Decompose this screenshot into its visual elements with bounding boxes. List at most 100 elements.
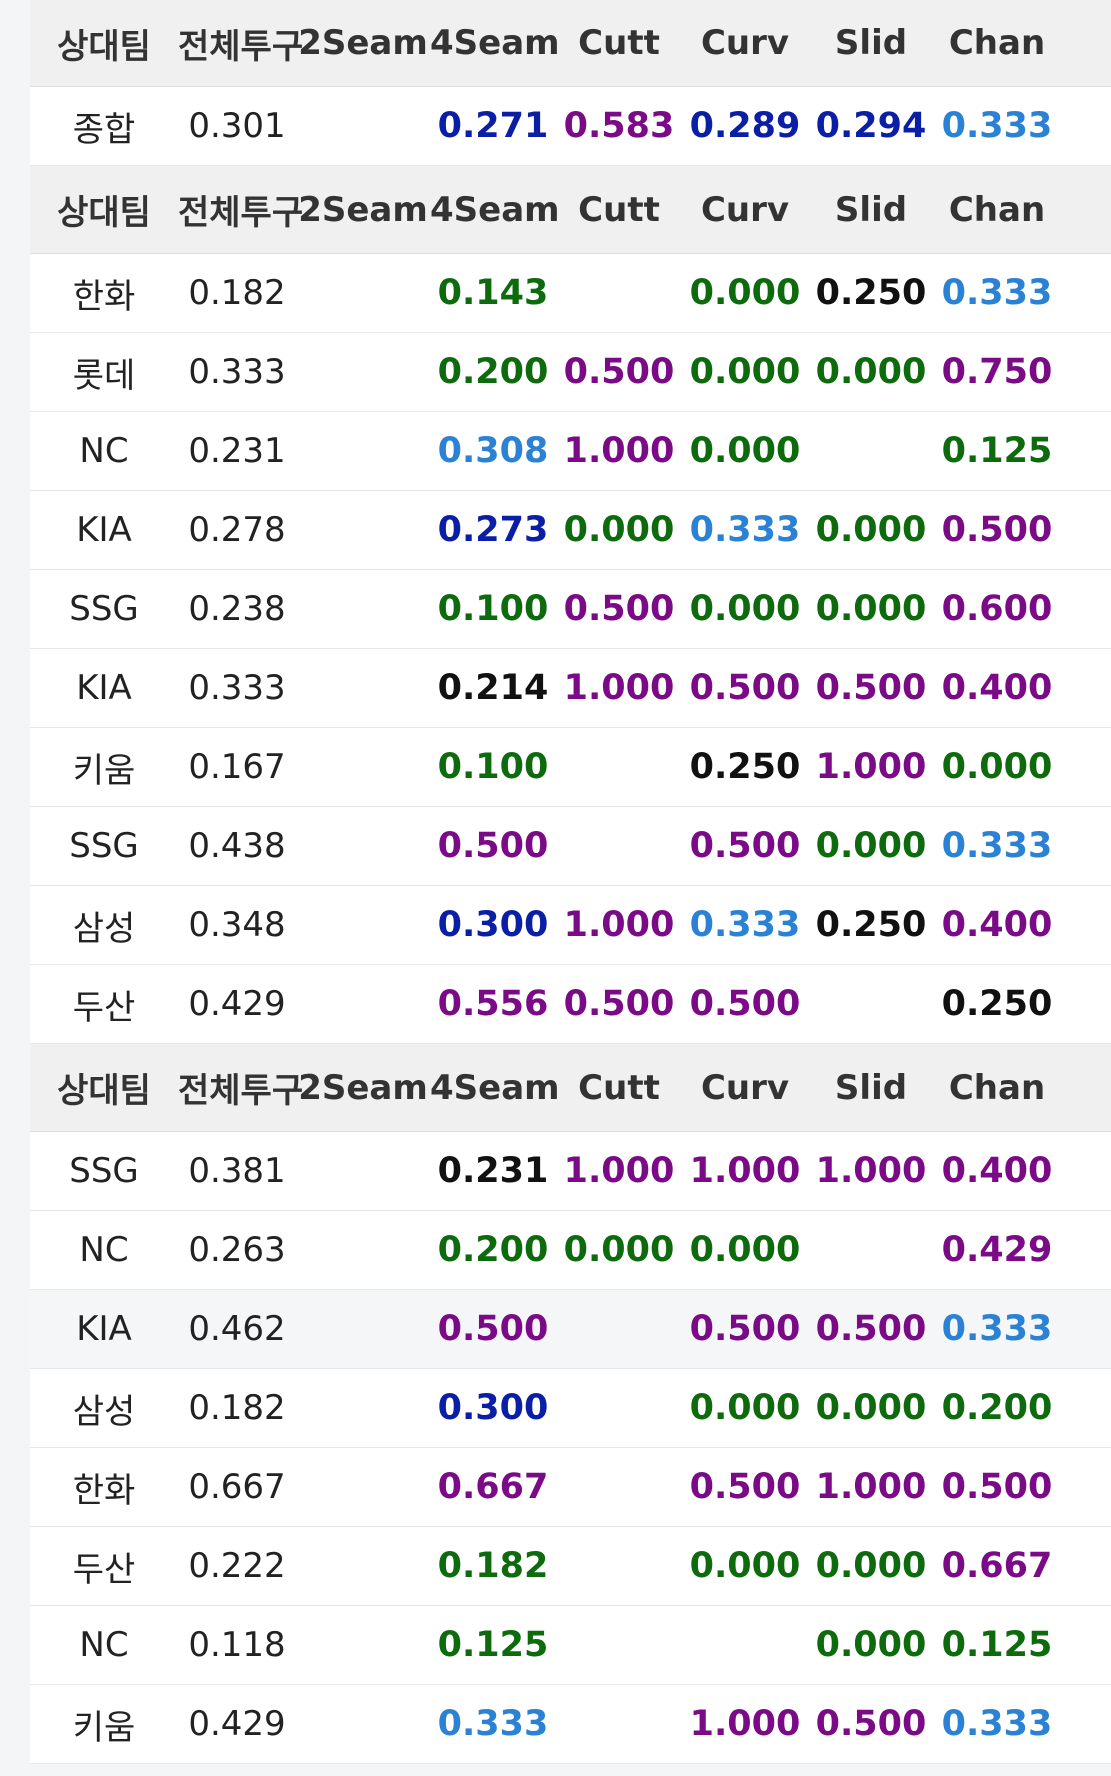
pitch-value-cell: 0.667 <box>941 1546 1053 1586</box>
column-header[interactable]: Slid <box>808 190 934 230</box>
table-row[interactable]: 한화 0.182 0.143 0.000 0.250 0.333 <box>30 254 1111 333</box>
column-header[interactable]: Chan <box>934 190 1060 230</box>
column-header[interactable]: 2Seam <box>296 190 430 230</box>
total-pitch-cell: 0.429 <box>188 1704 286 1744</box>
pitch-value-cell: 0.000 <box>689 352 801 392</box>
opponent-team-cell: NC <box>79 1625 129 1665</box>
opponent-team-cell: 삼성 <box>72 1391 136 1432</box>
table-row[interactable]: NC 0.118 0.125 0.000 0.125 <box>30 1606 1111 1685</box>
pitch-value-cell: 0.000 <box>815 1546 927 1586</box>
pitch-value-cell: 0.500 <box>815 1704 927 1744</box>
column-header[interactable]: 4Seam <box>430 23 560 63</box>
column-header[interactable]: 상대팀 <box>30 185 178 234</box>
pitch-value-cell: 0.400 <box>941 905 1053 945</box>
column-header[interactable]: Chan <box>934 23 1060 63</box>
column-header[interactable]: Chan <box>934 1068 1060 1108</box>
column-header[interactable]: Curv <box>682 190 808 230</box>
total-pitch-cell: 0.182 <box>188 1388 286 1428</box>
opponent-team-cell: 키움 <box>72 1707 136 1748</box>
table-row[interactable]: KIA 0.333 0.214 1.000 0.500 0.500 0.400 <box>30 649 1111 728</box>
column-header[interactable]: 상대팀 <box>30 19 178 68</box>
pitch-value-cell: 0.750 <box>941 352 1053 392</box>
pitch-value-cell: 0.500 <box>689 668 801 708</box>
opponent-team-cell: SSG <box>69 1151 139 1191</box>
pitch-value-cell: 0.125 <box>437 1625 549 1665</box>
table-row[interactable]: SSG 0.381 0.231 1.000 1.000 1.000 0.400 <box>30 1132 1111 1211</box>
pitch-value-cell: 0.500 <box>689 826 801 866</box>
table-row[interactable]: 두산 0.222 0.182 0.000 0.000 0.667 <box>30 1527 1111 1606</box>
pitch-value-cell: 0.231 <box>437 1151 549 1191</box>
table-row[interactable]: NC 0.263 0.200 0.000 0.000 0.429 <box>30 1211 1111 1290</box>
column-header[interactable]: 4Seam <box>430 1068 560 1108</box>
column-header[interactable]: 상대팀 <box>30 1063 178 1112</box>
table-row[interactable]: 롯데 0.333 0.200 0.500 0.000 0.000 0.750 <box>30 333 1111 412</box>
table-row[interactable]: 키움 0.167 0.100 0.250 1.000 0.000 <box>30 728 1111 807</box>
table-row[interactable]: SSG 0.438 0.500 0.500 0.000 0.333 <box>30 807 1111 886</box>
pitch-value-cell: 0.000 <box>815 1388 927 1428</box>
pitch-value-cell: 0.500 <box>437 1309 549 1349</box>
table-row[interactable]: 키움 0.429 0.333 1.000 0.500 0.333 <box>30 1685 1111 1764</box>
opponent-team-cell: NC <box>79 1230 129 1270</box>
column-header[interactable]: Slid <box>808 23 934 63</box>
total-pitch-cell: 0.238 <box>188 589 286 629</box>
opponent-team-cell: 종합 <box>72 109 136 150</box>
pitch-value-cell: 0.400 <box>941 1151 1053 1191</box>
table-row[interactable]: SSG 0.238 0.100 0.500 0.000 0.000 0.600 <box>30 570 1111 649</box>
pitch-value-cell: 1.000 <box>815 747 927 787</box>
table-row[interactable]: KIA 0.278 0.273 0.000 0.333 0.000 0.500 <box>30 491 1111 570</box>
total-pitch-cell: 0.263 <box>188 1230 286 1270</box>
column-header[interactable]: Cutt <box>556 1068 682 1108</box>
pitch-value-cell: 0.333 <box>689 905 801 945</box>
column-header[interactable]: Slid <box>808 1068 934 1108</box>
table-row[interactable]: 삼성 0.348 0.300 1.000 0.333 0.250 0.400 <box>30 886 1111 965</box>
column-header[interactable]: 4Seam <box>430 190 560 230</box>
pitch-value-cell: 0.289 <box>689 106 801 146</box>
opponent-team-cell: SSG <box>69 826 139 866</box>
opponent-team-cell: 한화 <box>72 276 136 317</box>
table-row[interactable]: 삼성 0.182 0.300 0.000 0.000 0.200 <box>30 1369 1111 1448</box>
table-row[interactable]: 종합 0.301 0.271 0.583 0.289 0.294 0.333 <box>30 87 1111 166</box>
pitch-value-cell: 0.000 <box>815 589 927 629</box>
pitch-value-cell: 0.400 <box>941 668 1053 708</box>
pitch-value-cell: 1.000 <box>689 1704 801 1744</box>
pitch-value-cell: 0.100 <box>437 589 549 629</box>
table-row[interactable]: 한화 0.667 0.667 0.500 1.000 0.500 <box>30 1448 1111 1527</box>
pitch-value-cell: 0.500 <box>941 510 1053 550</box>
column-header[interactable]: Curv <box>682 1068 808 1108</box>
total-pitch-cell: 0.462 <box>188 1309 286 1349</box>
opponent-team-cell: 두산 <box>72 987 136 1028</box>
pitch-value-cell: 0.333 <box>941 1309 1053 1349</box>
column-header[interactable]: 전체투구 <box>178 185 303 234</box>
total-pitch-cell: 0.348 <box>188 905 286 945</box>
pitch-value-cell: 0.143 <box>437 273 549 313</box>
column-header[interactable]: 전체투구 <box>178 19 303 68</box>
table-row[interactable]: KIA 0.462 0.500 0.500 0.500 0.333 <box>30 1290 1111 1369</box>
column-header[interactable]: 2Seam <box>296 23 430 63</box>
pitch-value-cell: 0.200 <box>941 1388 1053 1428</box>
pitch-value-cell: 0.000 <box>815 510 927 550</box>
pitch-value-cell: 0.000 <box>815 352 927 392</box>
column-header[interactable]: Cutt <box>556 190 682 230</box>
pitch-value-cell: 0.500 <box>689 1309 801 1349</box>
column-header[interactable]: Cutt <box>556 23 682 63</box>
total-pitch-cell: 0.167 <box>188 747 286 787</box>
pitch-value-cell: 0.000 <box>815 826 927 866</box>
pitch-value-cell: 0.000 <box>689 589 801 629</box>
total-pitch-cell: 0.222 <box>188 1546 286 1586</box>
column-header[interactable]: 전체투구 <box>178 1063 303 1112</box>
opponent-team-cell: 삼성 <box>72 908 136 949</box>
table-row[interactable]: 두산 0.429 0.556 0.500 0.500 0.250 <box>30 965 1111 1044</box>
pitch-value-cell: 0.667 <box>437 1467 549 1507</box>
table-row[interactable]: NC 0.231 0.308 1.000 0.000 0.125 <box>30 412 1111 491</box>
pitch-value-cell: 0.500 <box>941 1467 1053 1507</box>
pitch-value-cell: 0.300 <box>437 1388 549 1428</box>
pitch-value-cell: 0.250 <box>689 747 801 787</box>
pitch-value-cell: 0.333 <box>689 510 801 550</box>
pitch-value-cell: 1.000 <box>563 668 675 708</box>
pitch-value-cell: 0.333 <box>941 1704 1053 1744</box>
table-header-row: 상대팀 전체투구 2Seam 4Seam Cutt Curv Slid Chan <box>30 166 1111 254</box>
pitch-value-cell: 0.100 <box>437 747 549 787</box>
column-header[interactable]: 2Seam <box>296 1068 430 1108</box>
column-header[interactable]: Curv <box>682 23 808 63</box>
opponent-team-cell: KIA <box>76 668 132 708</box>
